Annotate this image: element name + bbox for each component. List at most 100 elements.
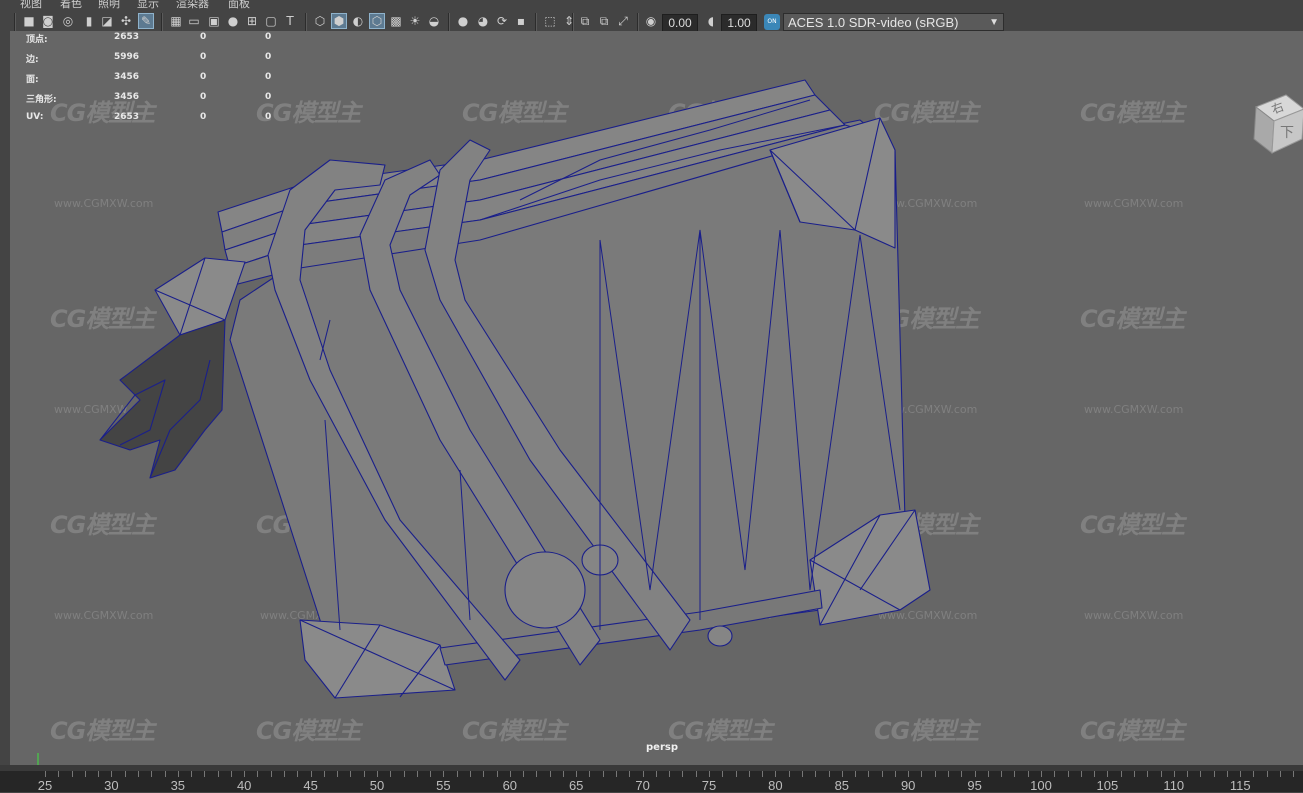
timeline-tick: [1014, 771, 1016, 777]
timeline-tick: [762, 771, 764, 777]
timeline-tick: [841, 771, 843, 777]
timeline-tick: [323, 771, 325, 777]
isolate-select-icon[interactable]: ⬚: [543, 14, 557, 28]
timeline-frame-label: 25: [37, 778, 53, 793]
pivot-icon[interactable]: ✣: [119, 14, 133, 28]
camera-icon[interactable]: ■: [22, 14, 36, 28]
timeline-tick: [775, 771, 777, 777]
grease-pencil-icon[interactable]: ✎: [138, 13, 154, 29]
lights-icon[interactable]: ☀: [408, 14, 422, 28]
menu-view[interactable]: 视图: [20, 0, 42, 9]
wireframe-on-shaded-icon[interactable]: ⬡: [369, 13, 385, 29]
timeline-tick: [469, 771, 471, 777]
timeline-tick: [297, 771, 299, 777]
timeline-tick: [735, 771, 737, 777]
xray-joints-icon[interactable]: ⧉: [578, 14, 592, 28]
gate-mask-icon[interactable]: ●: [226, 14, 240, 28]
timeline-tick: [934, 771, 936, 777]
camera-attributes-icon[interactable]: ◎: [61, 14, 75, 28]
timeline-tick: [111, 771, 113, 777]
grid-icon[interactable]: ▦: [169, 14, 183, 28]
timeline-tick: [642, 771, 644, 777]
timeline-tick: [1226, 771, 1228, 777]
shadows-icon[interactable]: ◒: [427, 14, 441, 28]
viewport-3d[interactable]: CG模型主www.CGMXW.comCG模型主www.CGMXW.comCG模型…: [10, 31, 1303, 765]
timeline-tick: [390, 771, 392, 777]
wireframe-icon[interactable]: ⬡: [313, 14, 327, 28]
timeline-tick: [496, 771, 498, 777]
timeline-tick: [576, 771, 578, 777]
timeline-tick: [868, 771, 870, 777]
gamma-icon[interactable]: ◖: [704, 14, 718, 28]
resolution-gate-icon[interactable]: ▣: [207, 14, 221, 28]
ambient-occlusion-icon[interactable]: ●: [456, 14, 470, 28]
toolbar-separator: [637, 13, 639, 31]
timeline-tick: [456, 771, 458, 777]
timeline-tick: [1187, 771, 1189, 777]
time-slider[interactable]: 25 30 35 40 45 50 55 60 65 70 75 80 85 90 95 100 105 110 1…: [0, 765, 1303, 793]
camera-lock-icon[interactable]: ◙: [41, 14, 55, 28]
exposure-icon[interactable]: ◉: [644, 14, 658, 28]
exposure-field[interactable]: 0.00: [662, 14, 698, 32]
bookmark-icon[interactable]: ▮: [82, 14, 96, 28]
depth-of-field-icon[interactable]: ▪: [514, 14, 528, 28]
color-management-select[interactable]: ACES 1.0 SDR-video (sRGB) ▼: [783, 13, 1004, 31]
smooth-shade-icon[interactable]: ⬢: [331, 13, 347, 29]
left-panel-edge: [0, 31, 10, 765]
hud-value: 3456: [114, 72, 140, 82]
textured-icon[interactable]: ▩: [389, 14, 403, 28]
timeline-tick: [1200, 771, 1202, 777]
menu-shading[interactable]: 着色: [60, 0, 82, 9]
safe-action-icon[interactable]: ▢: [264, 14, 278, 28]
menu-renderer[interactable]: 渲染器: [176, 0, 209, 9]
flat-shade-icon[interactable]: ◐: [351, 14, 365, 28]
timeline-tick: [1094, 771, 1096, 777]
timeline-tick: [1027, 771, 1029, 777]
timeline-tick: [98, 771, 100, 777]
film-gate-icon[interactable]: ▭: [187, 14, 201, 28]
timeline-frame-label: 75: [701, 778, 717, 793]
timeline-tick: [961, 771, 963, 777]
hud-value: 2653: [114, 32, 140, 42]
timeline-tick: [562, 771, 564, 777]
image-plane-icon[interactable]: ◪: [100, 14, 114, 28]
menu-lighting[interactable]: 照明: [98, 0, 120, 9]
safe-title-icon[interactable]: T: [283, 14, 297, 28]
gamma-field[interactable]: 1.00: [721, 14, 757, 32]
timeline-frame-label: 65: [568, 778, 584, 793]
field-chart-icon[interactable]: ⊞: [245, 14, 259, 28]
hud-label: 顶点:: [26, 35, 48, 45]
anti-aliasing-icon[interactable]: ⟳: [495, 14, 509, 28]
wireframe-model[interactable]: [10, 31, 1303, 765]
color-management-label: ACES 1.0 SDR-video (sRGB): [788, 15, 959, 30]
timeline-tick: [244, 771, 246, 777]
timeline-tick: [948, 771, 950, 777]
menu-bar: 视图 着色 照明 显示 渲染器 面板: [0, 0, 1303, 9]
hud-label: 三角形:: [26, 95, 57, 105]
timeline-frame-label: 45: [303, 778, 318, 793]
timeline-tick: [58, 771, 60, 777]
hud-value: 2653: [114, 112, 140, 122]
menu-panels[interactable]: 面板: [228, 0, 250, 9]
menu-show[interactable]: 显示: [137, 0, 159, 9]
motion-blur-icon[interactable]: ◕: [476, 14, 490, 28]
timeline-frame-label: 30: [104, 778, 119, 793]
xray-components-icon[interactable]: ⧉: [597, 14, 611, 28]
timeline-frame-label: 90: [900, 778, 916, 793]
hud-value: 0: [200, 32, 207, 42]
timeline-tick: [1293, 771, 1295, 777]
timeline-tick: [748, 771, 750, 777]
timeline-tick: [536, 771, 538, 777]
timeline-tick: [987, 771, 989, 777]
timeline-tick: [1173, 771, 1175, 777]
timeline-tick: [191, 771, 193, 777]
timeline-tick: [908, 771, 910, 777]
timeline-frame-label: 70: [635, 778, 650, 793]
timeline-tick: [230, 771, 232, 777]
timeline-tick: [45, 771, 46, 777]
view-cube[interactable]: 右 下: [1250, 93, 1303, 157]
timeline-tick: [523, 771, 525, 777]
timeline-tick: [204, 771, 206, 777]
color-management-toggle[interactable]: ON: [764, 14, 780, 30]
backface-icon[interactable]: ⤢: [616, 14, 630, 28]
